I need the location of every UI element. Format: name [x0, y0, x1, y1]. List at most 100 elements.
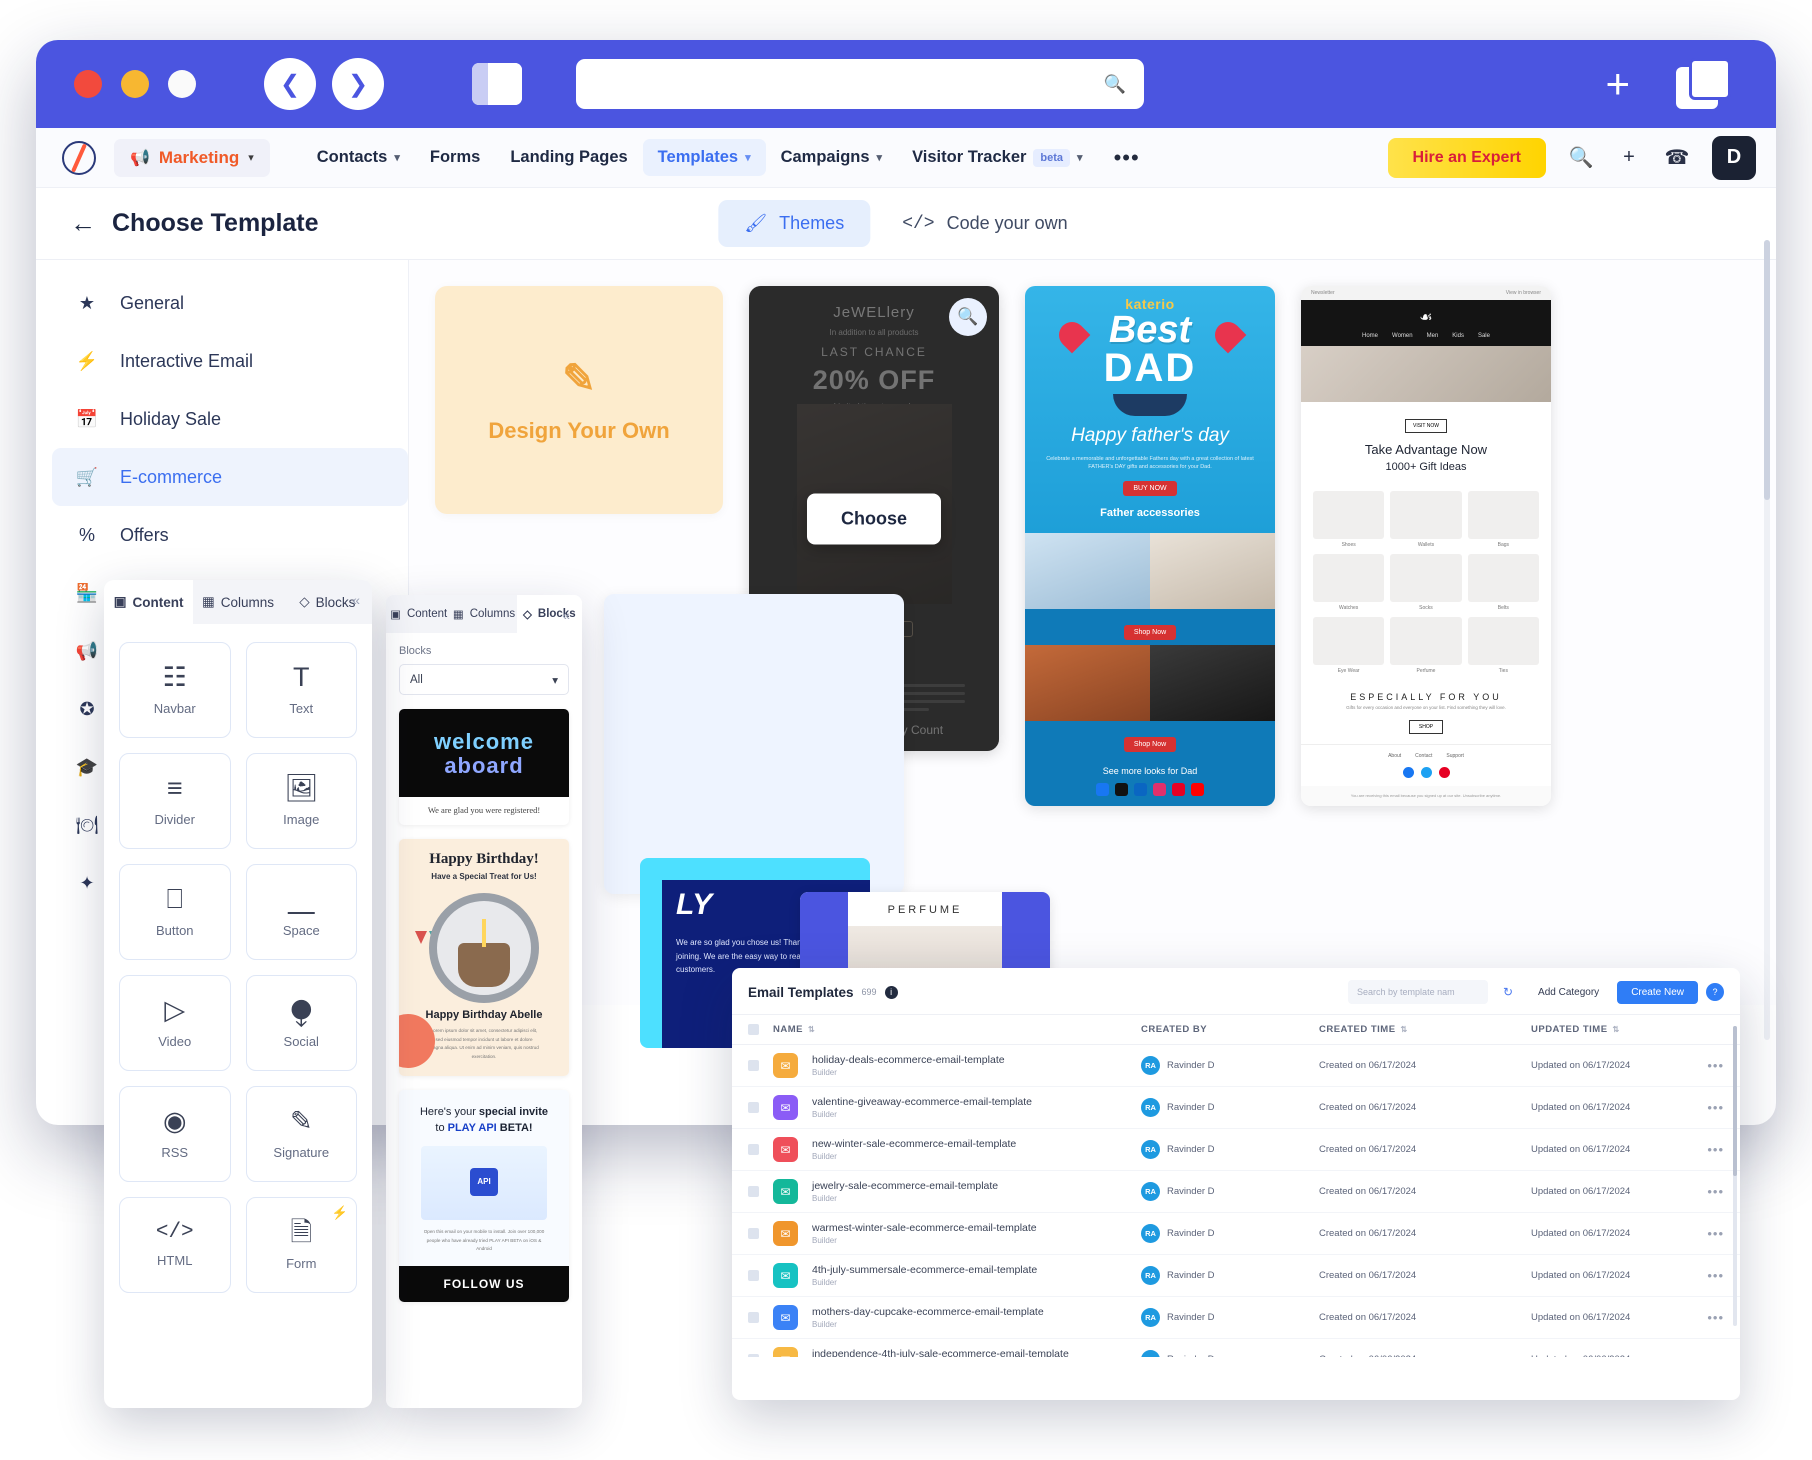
row-actions-button[interactable]: •••	[1688, 1142, 1724, 1157]
sort-icon[interactable]: ⇅	[1401, 1025, 1408, 1034]
row-actions-button[interactable]: •••	[1688, 1268, 1724, 1283]
help-icon[interactable]: ?	[1706, 983, 1724, 1001]
block-card-play-api-beta[interactable]: Here's your special invite to PLAY API B…	[399, 1089, 569, 1303]
block-navbar[interactable]: ☷ Navbar	[119, 642, 231, 738]
row-checkbox[interactable]	[748, 1144, 759, 1155]
sidebar-item-e-commerce[interactable]: 🛒 E-commerce	[52, 448, 408, 506]
row-checkbox[interactable]	[748, 1270, 759, 1281]
block-video[interactable]: ▷ Video	[119, 975, 231, 1071]
sidebar-item-interactive-email[interactable]: ⚡ Interactive Email	[52, 332, 408, 390]
back-arrow-icon[interactable]: ←	[70, 208, 96, 239]
follow-us-bar[interactable]: FOLLOW US	[399, 1266, 569, 1303]
block-card-welcome-aboard[interactable]: welcome aboard We are glad you were regi…	[399, 709, 569, 825]
user-avatar[interactable]: D	[1712, 135, 1756, 180]
table-row[interactable]: ✉ jewelry-sale-ecommerce-email-template …	[732, 1171, 1740, 1213]
row-actions-button[interactable]: •••	[1688, 1352, 1724, 1357]
sidebar-item-offers[interactable]: % Offers	[52, 506, 408, 564]
headset-icon[interactable]: ☎	[1664, 145, 1690, 170]
row-checkbox[interactable]	[748, 1102, 759, 1113]
block-space[interactable]: ⎽ Space	[245, 864, 357, 960]
tab-blocks[interactable]: ◇ Blocks	[516, 595, 582, 633]
sort-icon[interactable]: ⇅	[808, 1025, 815, 1034]
block-html[interactable]: </> HTML	[119, 1197, 231, 1293]
nav-item-visitor-tracker[interactable]: Visitor Tracker beta ▾	[897, 139, 1098, 176]
breadcrumb[interactable]: ← Choose Template	[70, 208, 319, 239]
block-rss[interactable]: ◉ RSS	[119, 1086, 231, 1182]
tab-content[interactable]: ▣ Content	[386, 595, 452, 633]
sidebar-item-holiday-sale[interactable]: 📅 Holiday Sale	[52, 390, 408, 448]
hire-an-expert-button[interactable]: Hire an Expert	[1387, 137, 1546, 178]
new-tab-plus-icon[interactable]: +	[1605, 63, 1630, 105]
tab-themes[interactable]: 🖌 Themes	[718, 200, 871, 247]
collapse-panel-icon[interactable]: «	[352, 592, 360, 608]
block-button[interactable]: ⎕ Button	[119, 864, 231, 960]
row-actions-button[interactable]: •••	[1688, 1184, 1724, 1199]
row-checkbox[interactable]	[748, 1186, 759, 1197]
tab-code-your-own[interactable]: </> Code your own	[876, 200, 1093, 247]
block-divider[interactable]: ≡ Divider	[119, 753, 231, 849]
row-checkbox[interactable]	[748, 1354, 759, 1357]
row-checkbox[interactable]	[748, 1312, 759, 1323]
column-header-created-time[interactable]: CREATED TIME ⇅	[1319, 1024, 1531, 1035]
forward-arrow-icon[interactable]: ❯	[332, 58, 384, 110]
row-actions-button[interactable]: •••	[1688, 1058, 1724, 1073]
tab-columns[interactable]: ▦ Columns	[451, 595, 517, 633]
nav-item-contacts[interactable]: Contacts ▾	[302, 139, 415, 176]
sidebar-item-general[interactable]: ★ General	[52, 274, 408, 332]
plus-icon[interactable]: +	[1616, 146, 1642, 169]
block-image[interactable]: 🖼 Image	[245, 753, 357, 849]
row-actions-button[interactable]: •••	[1688, 1226, 1724, 1241]
blocks-filter-select[interactable]: All ▾	[399, 664, 569, 695]
row-checkbox[interactable]	[748, 1060, 759, 1071]
maximize-window-button[interactable]	[168, 70, 196, 98]
search-input[interactable]: Search by template nam	[1348, 980, 1489, 1004]
nav-item-templates[interactable]: Templates ▾	[642, 139, 766, 176]
collapse-panel-icon[interactable]: «	[562, 607, 570, 623]
block-signature[interactable]: ✎ Signature	[245, 1086, 357, 1182]
sidebar-toggle-icon[interactable]	[472, 63, 522, 105]
block-text[interactable]: T Text	[245, 642, 357, 738]
column-header-updated-time[interactable]: UPDATED TIME ⇅	[1531, 1024, 1688, 1035]
create-new-button[interactable]: Create New	[1617, 980, 1698, 1004]
sort-icon[interactable]: ⇅	[1613, 1025, 1620, 1034]
table-row[interactable]: ✉ valentine-giveaway-ecommerce-email-tem…	[732, 1087, 1740, 1129]
nav-item-landing-pages[interactable]: Landing Pages	[495, 139, 642, 176]
page-scrollbar[interactable]	[1764, 240, 1770, 1040]
minimize-window-button[interactable]	[121, 70, 149, 98]
close-window-button[interactable]	[74, 70, 102, 98]
template-card-best-dad[interactable]: katerio Best DAD Happy father's day Cele…	[1025, 286, 1275, 806]
block-card-happy-birthday[interactable]: Happy Birthday! Have a Special Treat for…	[399, 839, 569, 1076]
column-header-name[interactable]: NAME ⇅	[773, 1024, 1141, 1035]
template-card-partial-blue[interactable]	[604, 594, 904, 894]
refresh-icon[interactable]: ↻	[1496, 980, 1520, 1004]
row-checkbox[interactable]	[748, 1228, 759, 1239]
table-row[interactable]: ✉ new-winter-sale-ecommerce-email-templa…	[732, 1129, 1740, 1171]
table-row[interactable]: ✉ holiday-deals-ecommerce-email-template…	[732, 1045, 1740, 1087]
block-social[interactable]: ⧭ Social	[245, 975, 357, 1071]
workspace-switcher[interactable]: 📢 Marketing ▾	[114, 138, 270, 177]
table-row[interactable]: ✉ warmest-winter-sale-ecommerce-email-te…	[732, 1213, 1740, 1255]
table-row[interactable]: ✉ independence-4th-july-sale-ecommerce-e…	[732, 1339, 1740, 1357]
nav-overflow-button[interactable]: •••	[1098, 145, 1156, 171]
zoom-preview-icon[interactable]: 🔍	[949, 298, 987, 336]
tab-columns[interactable]: ▦ Columns	[193, 580, 283, 624]
design-your-own-card[interactable]: ✎ Design Your Own	[435, 286, 723, 514]
nav-item-forms[interactable]: Forms	[415, 139, 495, 176]
brand-logo-icon[interactable]	[62, 140, 96, 175]
template-card-gift-ideas[interactable]: Newsletter View in browser ☙ Home Women …	[1301, 286, 1551, 806]
nav-item-campaigns[interactable]: Campaigns ▾	[766, 139, 897, 176]
table-row[interactable]: ✉ 4th-july-summersale-ecommerce-email-te…	[732, 1255, 1740, 1297]
back-arrow-icon[interactable]: ❮	[264, 58, 316, 110]
table-scrollbar[interactable]	[1733, 1026, 1737, 1326]
row-actions-button[interactable]: •••	[1688, 1310, 1724, 1325]
browser-url-bar[interactable]: 🔍	[576, 59, 1144, 109]
table-row[interactable]: ✉ mothers-day-cupcake-ecommerce-email-te…	[732, 1297, 1740, 1339]
search-icon[interactable]: 🔍	[1568, 145, 1594, 170]
tabs-overview-icon[interactable]	[1676, 58, 1732, 110]
row-actions-button[interactable]: •••	[1688, 1100, 1724, 1115]
info-icon[interactable]: i	[884, 985, 898, 999]
block-form[interactable]: ⚡ 🗎 Form	[245, 1197, 357, 1293]
tab-content[interactable]: ▣ Content	[104, 580, 194, 624]
choose-button[interactable]: Choose	[806, 493, 942, 544]
select-all-checkbox[interactable]	[748, 1024, 759, 1035]
